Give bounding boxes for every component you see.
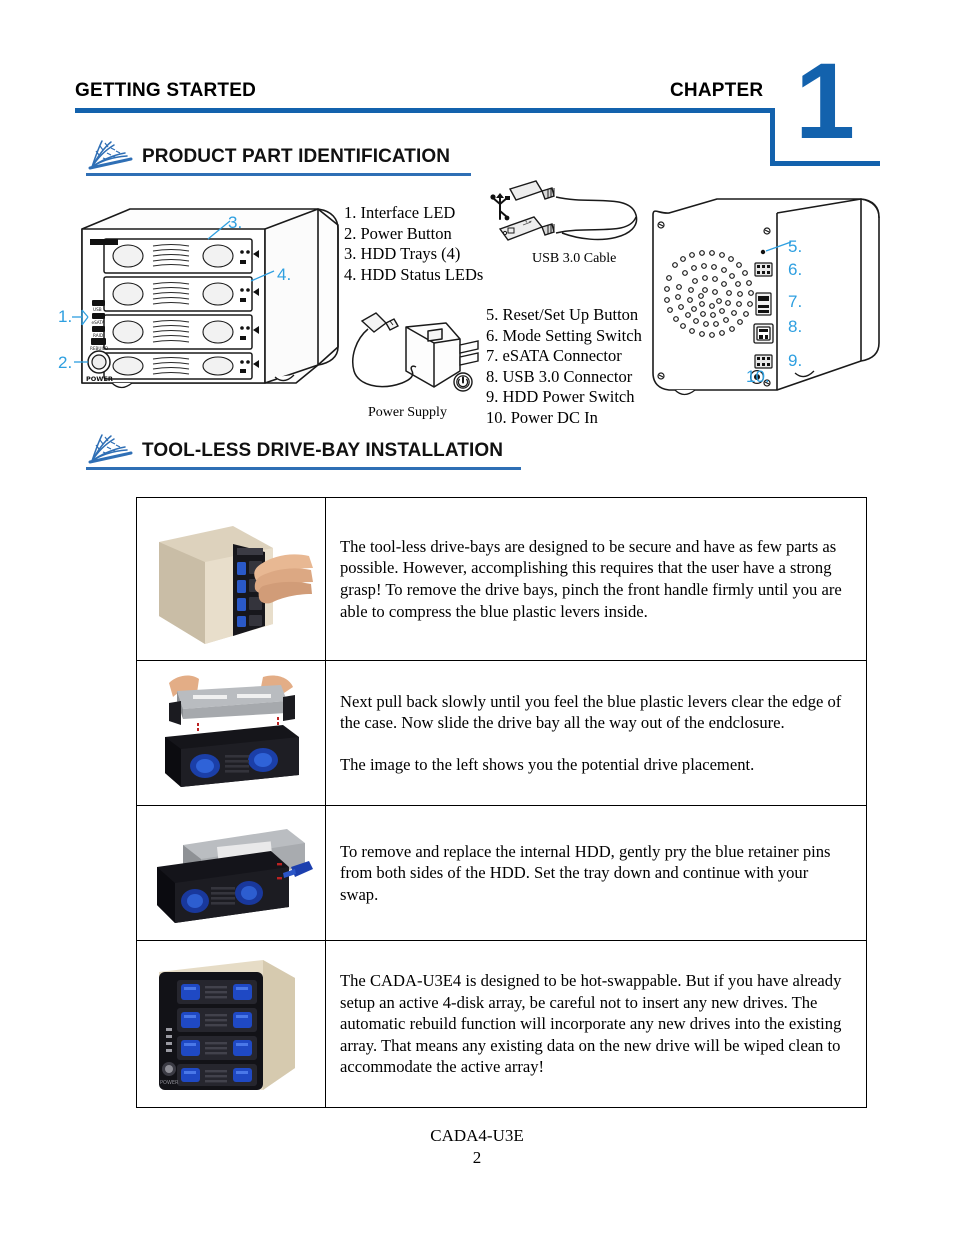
photo-drive-tray-placement <box>137 661 325 805</box>
step-text-cell: The CADA-U3E4 is designed to be hot-swap… <box>325 940 867 1108</box>
photo-pinch-front-handle <box>137 498 325 660</box>
front-part-item-1: 1. Interface LED <box>344 203 456 222</box>
wheat-sheaf-icon <box>87 431 141 465</box>
step-text-cell: Next pull back slowly until you feel the… <box>325 660 867 806</box>
photo-hdd-retainer-pins <box>137 806 325 940</box>
step-text-cell: The tool-less drive-bays are designed to… <box>325 497 867 661</box>
enclosure-front-view-illustration: USB eSATA RAID REBUILD POWER <box>72 208 339 389</box>
front-callout-4: 4. <box>277 265 292 284</box>
rear-callout-5: 5. <box>788 237 803 256</box>
rear-callout-9: 9. <box>788 351 803 370</box>
step-image-cell: POWER <box>136 940 326 1108</box>
step-paragraph: The CADA-U3E4 is designed to be hot-swap… <box>340 971 842 1077</box>
rear-part-item-6: 6. Mode Setting Switch <box>486 325 642 345</box>
step-paragraph: The image to the left shows you the pote… <box>340 754 755 774</box>
svg-text:POWER: POWER <box>86 375 113 383</box>
front-part-item-2: 2. Power Button <box>344 223 452 243</box>
front-callout-1: 1. <box>58 307 73 326</box>
header-rule-vertical <box>770 108 775 166</box>
section-title: PRODUCT PART IDENTIFICATION <box>142 146 451 167</box>
front-part-item-3: 3. HDD Trays (4) <box>344 244 461 263</box>
section-heading-tool-less-drive-bay-installation: TOOL-LESS DRIVE-BAY INSTALLATION <box>84 434 524 474</box>
rear-part-item-10: 10. Power DC In <box>486 407 598 427</box>
wheat-sheaf-icon <box>87 137 141 171</box>
page-footer: CADA4-U3E 2 <box>0 1125 954 1169</box>
rear-callout-10: 10. <box>746 367 770 386</box>
rear-part-item-8: 8. USB 3.0 Connector <box>486 366 633 386</box>
header-left-title: GETTING STARTED <box>75 80 257 101</box>
installation-steps-table: The tool-less drive-bays are designed to… <box>136 497 867 1108</box>
rear-callout-6: 6. <box>788 260 803 279</box>
svg-text:USB: USB <box>93 307 102 312</box>
section-title: TOOL-LESS DRIVE-BAY INSTALLATION <box>142 440 504 461</box>
svg-text:eSATA: eSATA <box>92 320 105 325</box>
rear-part-item-5: 5. Reset/Set Up Button <box>486 305 639 324</box>
step-image-cell <box>136 660 326 806</box>
step-text-cell: To remove and replace the internal HDD, … <box>325 805 867 941</box>
rear-callout-8: 8. <box>788 317 803 336</box>
chapter-number: 1 <box>795 40 855 161</box>
power-supply-caption: Power Supply <box>368 405 447 420</box>
footer-model: CADA4-U3E <box>430 1126 524 1145</box>
step-paragraph: Next pull back slowly until you feel the… <box>340 691 842 733</box>
svg-text:POWER: POWER <box>160 1080 179 1086</box>
section-underline <box>86 467 521 470</box>
rear-part-list: 5. Reset/Set Up Button 6. Mode Setting S… <box>486 305 642 428</box>
rear-callout-7: 7. <box>788 292 803 311</box>
table-row: To remove and replace the internal HDD, … <box>136 805 867 941</box>
front-callout-2: 2. <box>58 353 73 372</box>
svg-text:RAID: RAID <box>93 333 103 338</box>
table-row: POWER The CADA-U3E4 is designed to be ho… <box>136 940 867 1108</box>
power-supply-illustration <box>352 312 479 392</box>
rear-part-item-7: 7. eSATA Connector <box>486 346 622 365</box>
step-image-cell <box>136 497 326 661</box>
step-image-cell <box>136 805 326 941</box>
front-callout-3: 3. <box>228 213 243 232</box>
step-paragraph: To remove and replace the internal HDD, … <box>340 841 831 904</box>
rear-part-item-9: 9. HDD Power Switch <box>486 387 635 406</box>
front-part-list: 1. Interface LED 2. Power Button 3. HDD … <box>344 203 483 285</box>
svg-text:REBUILD: REBUILD <box>90 346 108 351</box>
step-paragraph: The tool-less drive-bays are designed to… <box>340 536 842 621</box>
header-right-title: CHAPTER <box>670 80 764 101</box>
usb-cable-caption: USB 3.0 Cable <box>532 251 617 266</box>
header-rule-bottom <box>770 161 880 166</box>
photo-enclosure-front: POWER <box>137 941 325 1107</box>
footer-page-number: 2 <box>472 1148 482 1167</box>
table-row: Next pull back slowly until you feel the… <box>136 660 867 806</box>
front-part-item-4: 4. HDD Status LEDs <box>344 264 484 284</box>
header-rule-horizontal <box>75 108 775 113</box>
table-row: The tool-less drive-bays are designed to… <box>136 497 867 661</box>
product-part-identification-figure: USB eSATA RAID REBUILD POWER 3. 4. 1. 2.… <box>0 175 954 430</box>
